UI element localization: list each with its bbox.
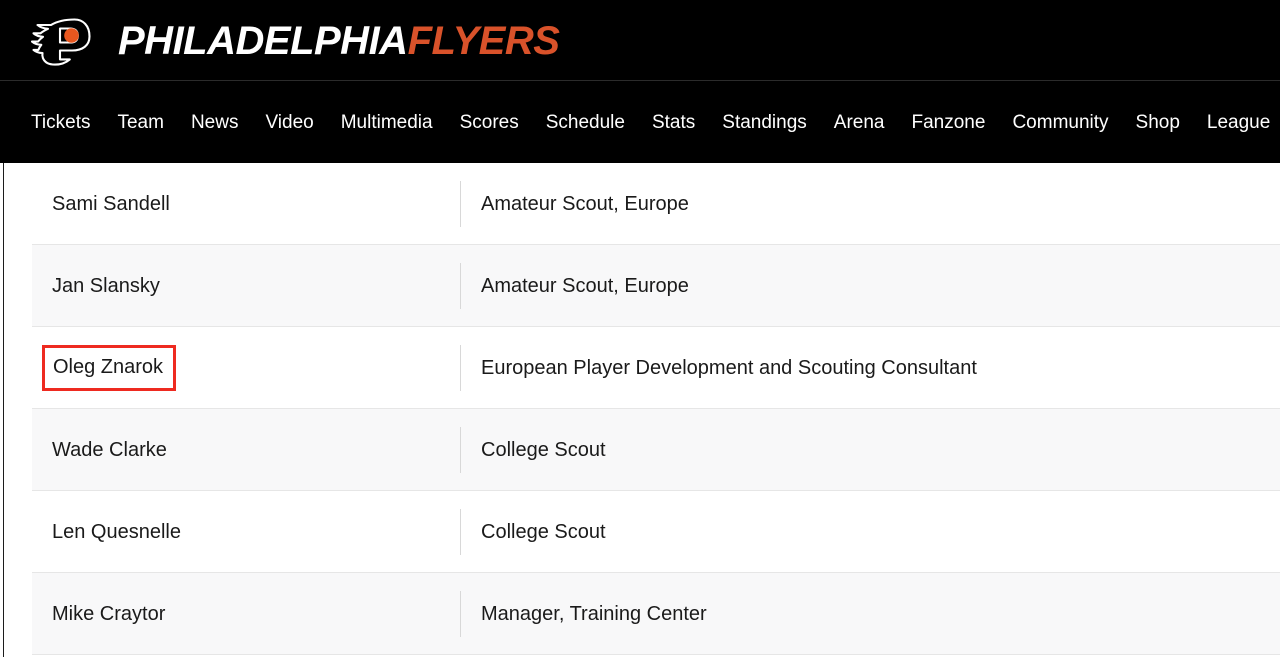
nav-item-stats[interactable]: Stats [652, 113, 695, 132]
nav-item-shop[interactable]: Shop [1136, 113, 1180, 132]
staff-title: College Scout [481, 438, 606, 461]
staff-name: Jan Slansky [52, 274, 160, 297]
table-row[interactable]: Mike Craytor Manager, Training Center [32, 573, 1280, 655]
staff-title: Manager, Training Center [481, 602, 707, 625]
table-row-highlighted[interactable]: Oleg Znarok European Player Development … [32, 327, 1280, 409]
staff-name: Wade Clarke [52, 438, 167, 461]
nav-item-multimedia[interactable]: Multimedia [341, 113, 433, 132]
primary-navigation: Tickets Team News Video Multimedia Score… [0, 81, 1280, 163]
page-content: Sami Sandell Amateur Scout, Europe Jan S… [0, 163, 1280, 657]
nav-item-fanzone[interactable]: Fanzone [912, 113, 986, 132]
flyers-winged-p-logo-icon[interactable] [30, 13, 96, 69]
staff-title: Amateur Scout, Europe [481, 274, 689, 297]
staff-name: Sami Sandell [52, 192, 170, 215]
staff-title: Amateur Scout, Europe [481, 192, 689, 215]
table-row[interactable]: Wade Clarke College Scout [32, 409, 1280, 491]
nav-item-community[interactable]: Community [1012, 113, 1108, 132]
staff-name: Mike Craytor [52, 602, 166, 625]
staff-title: European Player Development and Scouting… [481, 356, 977, 379]
table-row[interactable]: Jan Slansky Amateur Scout, Europe [32, 245, 1280, 327]
nav-item-standings[interactable]: Standings [722, 113, 807, 132]
nav-item-team[interactable]: Team [117, 113, 163, 132]
nav-item-news[interactable]: News [191, 113, 239, 132]
nav-item-arena[interactable]: Arena [834, 113, 885, 132]
site-wordmark[interactable]: PHILADELPHIAFLYERS [118, 18, 560, 63]
site-masthead: PHILADELPHIAFLYERS [0, 0, 1280, 81]
staff-name-cell: Oleg Znarok [32, 344, 460, 391]
staff-name-highlight-box[interactable]: Oleg Znarok [42, 344, 177, 391]
staff-directory-table: Sami Sandell Amateur Scout, Europe Jan S… [32, 163, 1280, 655]
staff-name: Len Quesnelle [52, 520, 181, 543]
wordmark-city: PHILADELPHIA [118, 18, 408, 63]
nav-item-schedule[interactable]: Schedule [546, 113, 625, 132]
nav-item-tickets[interactable]: Tickets [31, 113, 90, 132]
table-row[interactable]: Sami Sandell Amateur Scout, Europe [32, 163, 1280, 245]
nav-item-scores[interactable]: Scores [460, 113, 519, 132]
table-row[interactable]: Len Quesnelle College Scout [32, 491, 1280, 573]
wordmark-team: FLYERS [407, 18, 560, 63]
nav-item-league[interactable]: League [1207, 113, 1270, 132]
staff-title: College Scout [481, 520, 606, 543]
page-left-rule [3, 163, 4, 657]
nav-item-video[interactable]: Video [265, 113, 313, 132]
